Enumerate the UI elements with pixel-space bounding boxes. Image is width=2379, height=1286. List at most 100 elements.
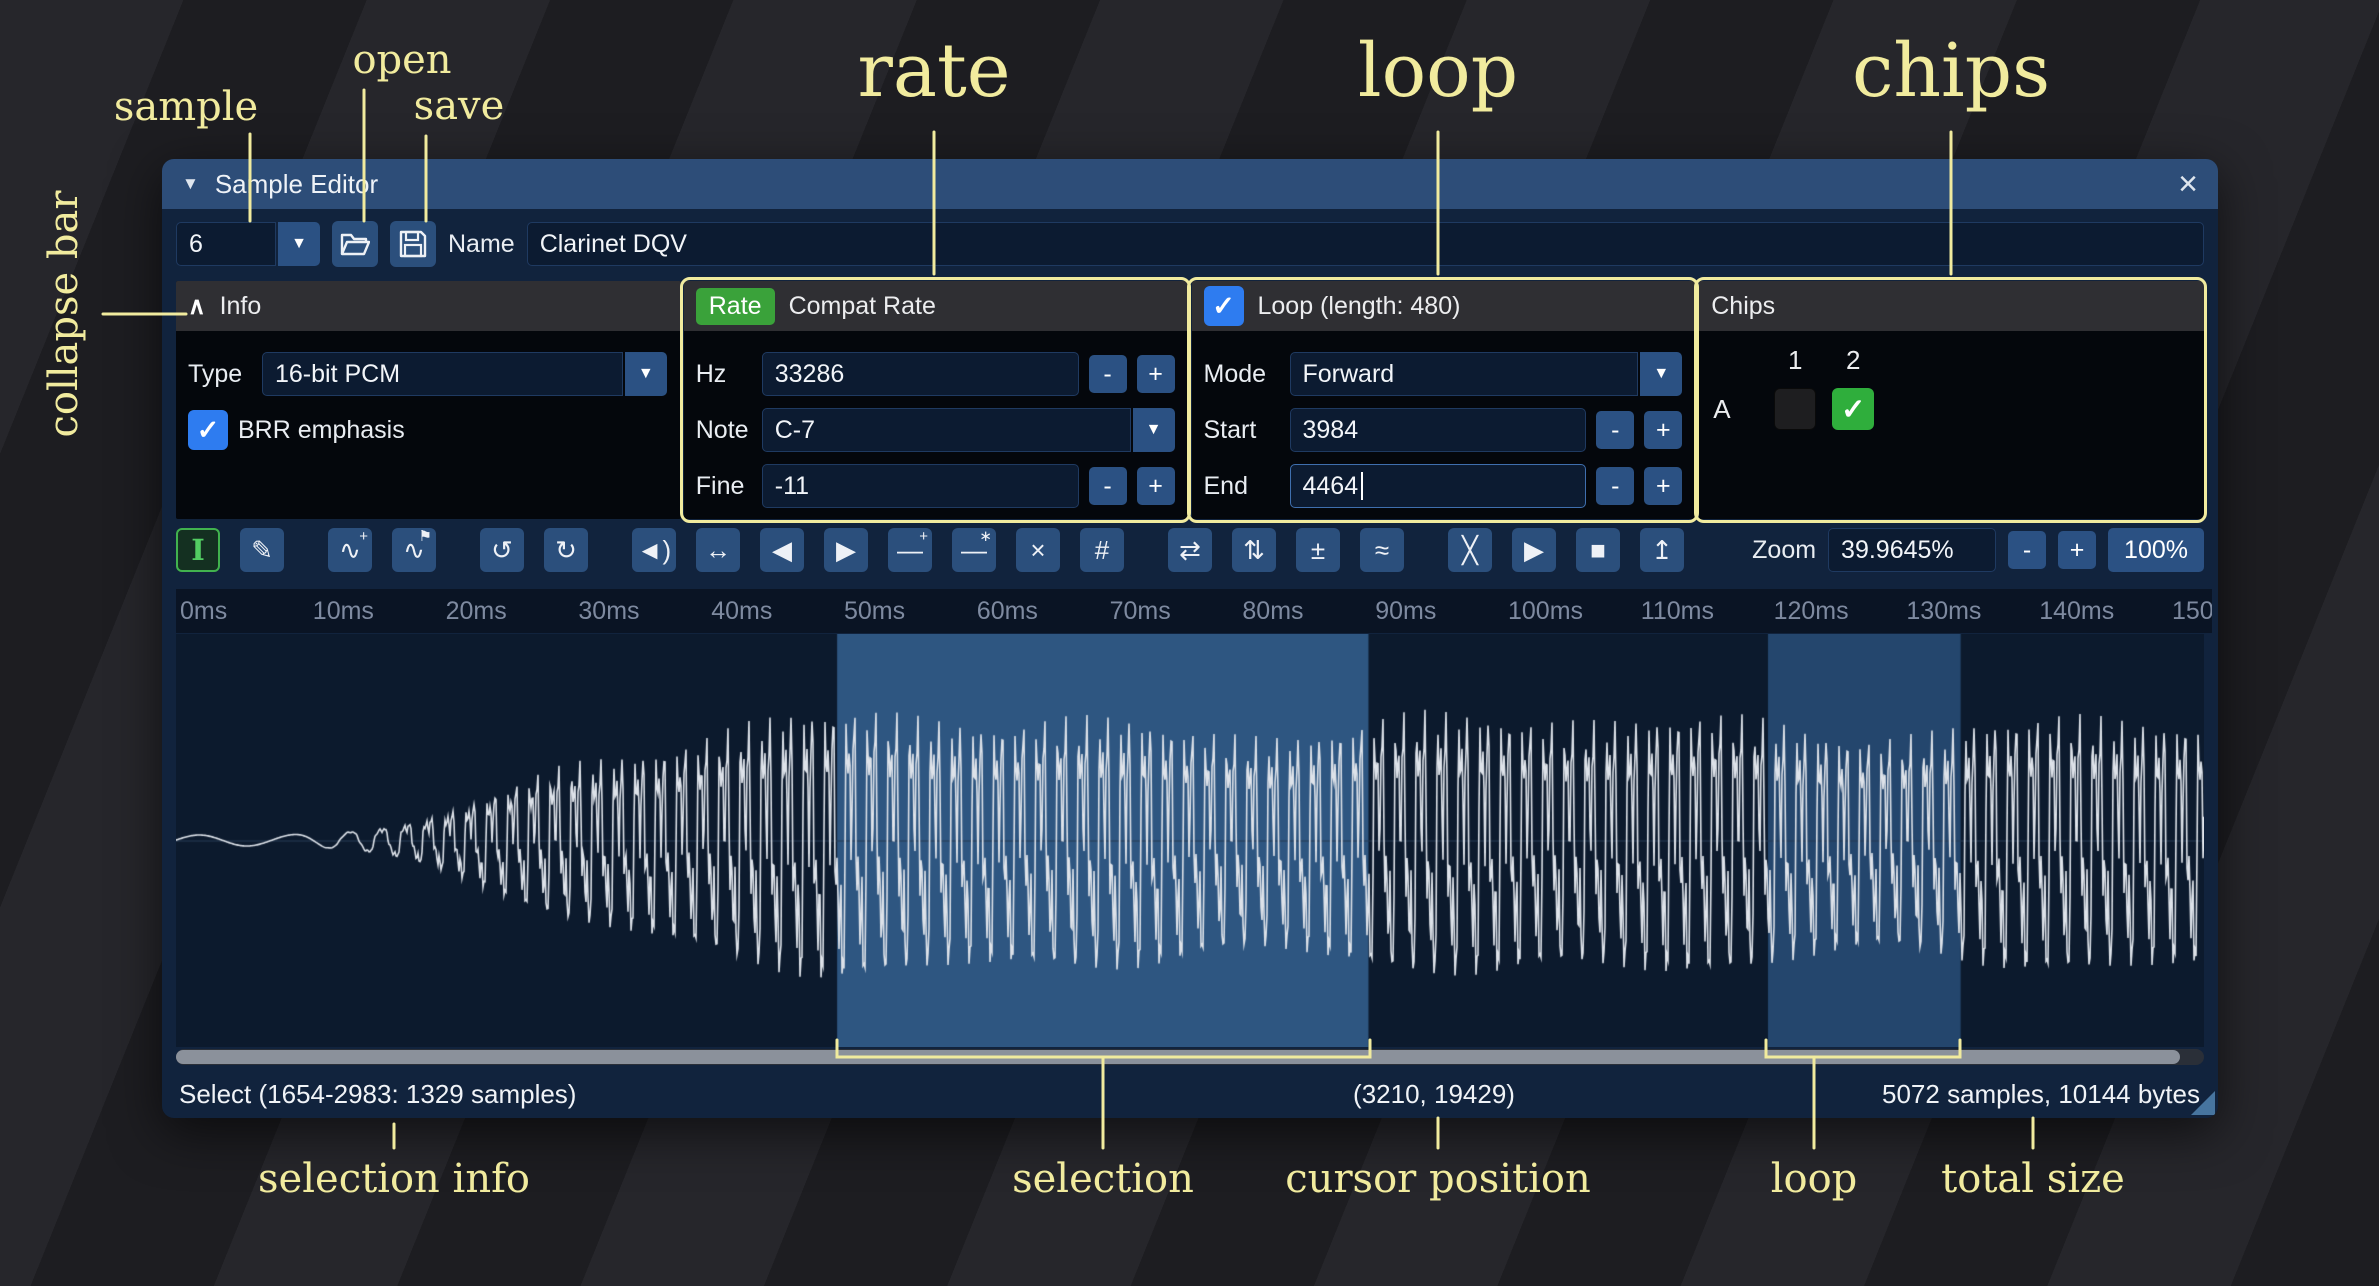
chip-2-checkbox[interactable]: ✓ <box>1832 388 1874 430</box>
zoom-value-input[interactable]: 39.9645% <box>1828 528 1996 572</box>
delete-button[interactable]: × <box>1016 528 1060 572</box>
resample-button[interactable]: ∿⚑ <box>392 528 436 572</box>
hz-plus-button[interactable]: + <box>1137 355 1175 393</box>
apply-silence-button[interactable]: —∗ <box>952 528 996 572</box>
timeline-label: 150 <box>2172 597 2212 626</box>
import-button[interactable]: ↥ <box>1640 528 1684 572</box>
filter-button[interactable]: ≈ <box>1360 528 1404 572</box>
type-dropdown-icon[interactable]: ▼ <box>625 352 667 396</box>
loop-end-input[interactable]: 4464 <box>1290 464 1587 508</box>
resize-button[interactable]: ∿+ <box>328 528 372 572</box>
sample-row: 6 ▼ Name Clarinet DQV <box>176 221 2204 267</box>
type-combo[interactable]: 16-bit PCM ▼ <box>262 352 667 396</box>
collapse-bar-icon[interactable]: ∧ <box>188 292 206 321</box>
resize-grip[interactable] <box>2191 1091 2215 1115</box>
undo-icon: ↺ <box>491 537 513 563</box>
loop-end-minus-button[interactable]: - <box>1596 467 1634 505</box>
chips-panel: Chips 1 2 A ✓ <box>1699 281 2204 519</box>
undo-button[interactable]: ↺ <box>480 528 524 572</box>
filter-icon: ≈ <box>1375 537 1389 563</box>
redo-button[interactable]: ↻ <box>544 528 588 572</box>
loop-mode-combo[interactable]: Forward ▼ <box>1290 352 1683 396</box>
fine-input[interactable]: -11 <box>762 464 1079 508</box>
rate-header-label: Compat Rate <box>789 292 936 321</box>
name-input[interactable]: Clarinet DQV <box>527 222 2204 266</box>
timeline-label: 90ms <box>1375 597 1436 626</box>
note-value[interactable]: C-7 <box>762 408 1131 452</box>
timeline-label: 30ms <box>578 597 639 626</box>
annotation-selection: selection <box>1012 1156 1194 1202</box>
chips-column-1: 1 <box>1774 345 1816 376</box>
hz-minus-button[interactable]: - <box>1089 355 1127 393</box>
fade-out-button[interactable]: ▶ <box>824 528 868 572</box>
save-button[interactable] <box>390 221 436 267</box>
invert-icon: ⇅ <box>1243 537 1265 563</box>
sample-number-combo[interactable]: 6 ▼ <box>176 222 320 266</box>
edit-mode-icon: I <box>191 536 205 565</box>
zoom-in-button[interactable]: + <box>2058 531 2096 569</box>
loop-start-label: Start <box>1204 416 1280 445</box>
brr-emphasis-label: BRR emphasis <box>238 416 405 445</box>
window-collapse-icon[interactable]: ▼ <box>182 174 199 194</box>
annotation-sample: sample <box>114 84 258 130</box>
zoom-reset-button[interactable]: 100% <box>2108 528 2204 572</box>
close-icon[interactable]: × <box>2178 167 2198 201</box>
timeline-label: 20ms <box>446 597 507 626</box>
timeline-label: 40ms <box>711 597 772 626</box>
loop-start-input[interactable]: 3984 <box>1290 408 1587 452</box>
draw-mode-icon: ✎ <box>251 537 273 563</box>
rate-panel: Rate Compat Rate Hz 33286 - + Note C-7 ▼ <box>684 281 1189 519</box>
loop-mode-value[interactable]: Forward <box>1290 352 1639 396</box>
chip-1-checkbox[interactable] <box>1774 388 1816 430</box>
annotation-total-size: total size <box>1941 1156 2125 1202</box>
flip-sign-button[interactable]: ± <box>1296 528 1340 572</box>
play-preview-button[interactable]: ▶ <box>1512 528 1556 572</box>
reverse-button[interactable]: ⇄ <box>1168 528 1212 572</box>
amplify-button[interactable]: ◄) <box>632 528 676 572</box>
loop-end-label: End <box>1204 472 1280 501</box>
import-icon: ↥ <box>1651 537 1673 563</box>
waveform-scrollbar[interactable] <box>176 1049 2204 1065</box>
stop-preview-button[interactable]: ■ <box>1576 528 1620 572</box>
note-combo[interactable]: C-7 ▼ <box>762 408 1175 452</box>
toolbar-buttons: I ✎ ∿+ ∿⚑ ↺ ↻ ◄) ↔ ◀ ▶ —+ —∗ × # ⇄ ⇅ ± ≈ ╳ ▶ ■ ↥ <box>176 528 1704 572</box>
zoom-out-button[interactable]: - <box>2008 531 2046 569</box>
draw-mode-button[interactable]: ✎ <box>240 528 284 572</box>
stop-preview-icon: ■ <box>1590 537 1606 563</box>
loop-start-minus-button[interactable]: - <box>1596 411 1634 449</box>
note-dropdown-icon[interactable]: ▼ <box>1133 408 1175 452</box>
timeline-label: 80ms <box>1242 597 1303 626</box>
status-bar: Select (1654-2983: 1329 samples) (3210, … <box>176 1067 2204 1118</box>
rate-badge[interactable]: Rate <box>696 288 775 325</box>
open-button[interactable] <box>332 221 378 267</box>
invert-button[interactable]: ⇅ <box>1232 528 1276 572</box>
text-caret <box>1361 472 1363 500</box>
fade-in-button[interactable]: ◀ <box>760 528 804 572</box>
waveform-area[interactable] <box>176 634 2204 1047</box>
redo-icon: ↻ <box>555 537 577 563</box>
loop-enable-checkbox[interactable]: ✓ <box>1204 286 1244 326</box>
sample-number-dropdown-icon[interactable]: ▼ <box>278 222 320 266</box>
edit-mode-button[interactable]: I <box>176 528 220 572</box>
trim-button[interactable]: # <box>1080 528 1124 572</box>
save-floppy-icon <box>399 230 427 258</box>
normalize-icon: ↔ <box>705 537 731 563</box>
preview-mode-button[interactable]: ╳ <box>1448 528 1492 572</box>
insert-silence-button[interactable]: —+ <box>888 528 932 572</box>
waveform-canvas[interactable] <box>176 634 2204 1047</box>
type-value[interactable]: 16-bit PCM <box>262 352 623 396</box>
chips-header-label: Chips <box>1711 292 1775 321</box>
loop-end-plus-button[interactable]: + <box>1644 467 1682 505</box>
title-bar[interactable]: ▼ Sample Editor × <box>162 159 2218 209</box>
sample-number-value[interactable]: 6 <box>176 222 276 266</box>
fine-plus-button[interactable]: + <box>1137 467 1175 505</box>
resize-badge-icon: + <box>359 529 368 544</box>
normalize-button[interactable]: ↔ <box>696 528 740 572</box>
timeline-label: 70ms <box>1110 597 1171 626</box>
loop-mode-dropdown-icon[interactable]: ▼ <box>1640 352 1682 396</box>
fine-minus-button[interactable]: - <box>1089 467 1127 505</box>
scrollbar-thumb[interactable] <box>176 1050 2180 1064</box>
loop-start-plus-button[interactable]: + <box>1644 411 1682 449</box>
brr-emphasis-checkbox[interactable]: ✓ <box>188 410 228 450</box>
hz-input[interactable]: 33286 <box>762 352 1079 396</box>
